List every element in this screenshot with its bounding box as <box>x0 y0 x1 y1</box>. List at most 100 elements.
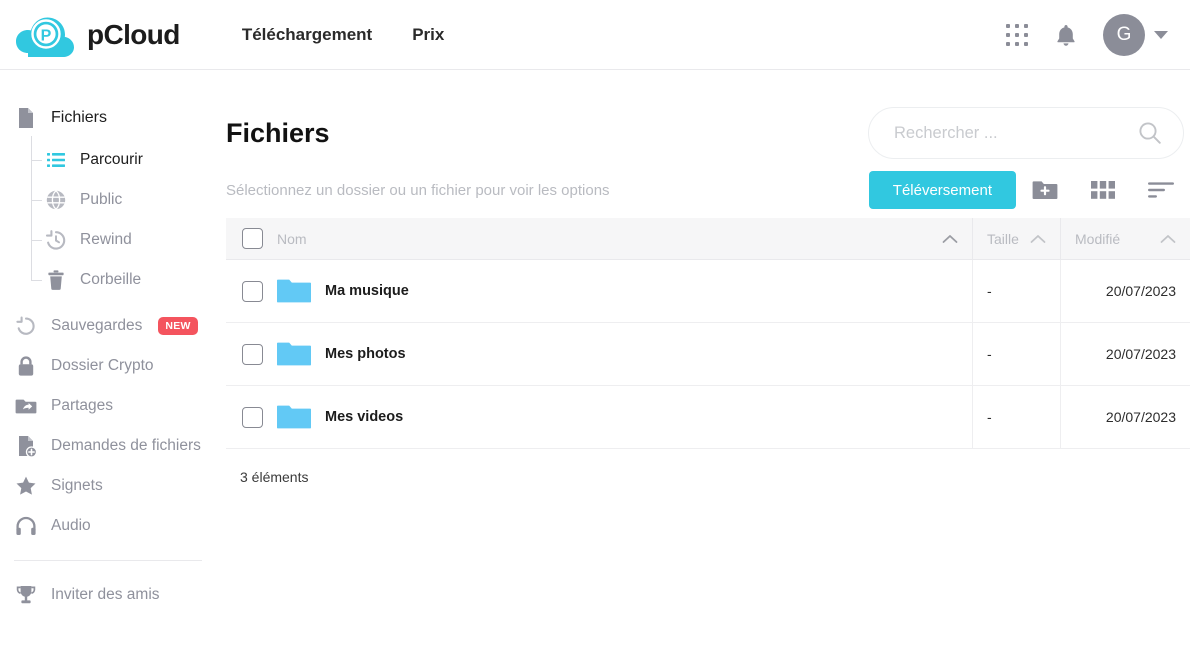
row-size-cell: - <box>972 260 1060 322</box>
sidebar-item-rewind[interactable]: Rewind <box>0 220 218 260</box>
search-icon[interactable] <box>1137 120 1163 146</box>
top-header: P pCloud Téléchargement Prix G <box>0 0 1190 70</box>
sort-icon <box>1148 182 1174 198</box>
column-label: Nom <box>277 230 307 247</box>
status-badge: NEW <box>158 317 198 335</box>
sidebar-item-parcourir[interactable]: Parcourir <box>0 140 218 180</box>
sidebar-item-fichiers[interactable]: Fichiers <box>0 98 218 138</box>
lock-icon <box>18 356 34 376</box>
search-input[interactable] <box>894 123 1137 143</box>
backup-restore-icon <box>16 316 35 335</box>
bell-icon[interactable] <box>1055 23 1077 47</box>
star-icon <box>16 476 36 495</box>
sidebar-item-label: Sauvegardes <box>51 317 143 334</box>
apps-grid-icon[interactable] <box>1005 23 1029 47</box>
chevron-up-icon[interactable] <box>1160 234 1176 244</box>
sidebar-item-label: Inviter des amis <box>51 586 160 603</box>
file-name: Mes photos <box>325 346 406 362</box>
select-all-checkbox[interactable] <box>242 228 263 249</box>
folder-icon <box>277 405 311 429</box>
table-row[interactable]: Mes photos - 20/07/2023 <box>226 323 1190 386</box>
sidebar-item-public[interactable]: Public <box>0 180 218 220</box>
sidebar-item-label: Rewind <box>80 231 132 248</box>
file-icon <box>19 108 33 128</box>
file-table: Nom Taille Modifié Ma musique - 20/07/20… <box>218 217 1190 485</box>
sidebar: Fichiers Parcourir Public Rewind Corbeil… <box>0 70 218 652</box>
page-body: Fichiers Parcourir Public Rewind Corbeil… <box>0 70 1190 652</box>
upload-button[interactable]: Téléversement <box>868 171 1016 209</box>
file-request-icon <box>19 436 38 458</box>
chevron-up-icon[interactable] <box>1030 234 1046 244</box>
chevron-up-icon[interactable] <box>942 234 958 244</box>
brand[interactable]: P pCloud <box>14 13 180 57</box>
column-nom[interactable]: Nom <box>226 228 972 249</box>
main-nav: Téléchargement Prix <box>242 25 445 45</box>
toolbar-actions: Téléversement <box>868 170 1190 210</box>
avatar: G <box>1103 13 1145 56</box>
row-modified-cell: 20/07/2023 <box>1060 323 1190 385</box>
sidebar-item-sauvegardes[interactable]: Sauvegardes NEW <box>0 306 218 346</box>
toolbar-hint: Sélectionnez un dossier ou un fichier po… <box>226 181 610 199</box>
sidebar-item-partages[interactable]: Partages <box>0 386 218 426</box>
page-title: Fichiers <box>226 117 330 148</box>
row-size-cell: - <box>972 386 1060 448</box>
main-header: Fichiers <box>218 70 1190 162</box>
sidebar-item-label: Fichiers <box>51 109 108 126</box>
sidebar-item-audio[interactable]: Audio <box>0 506 218 546</box>
shared-folder-icon <box>15 399 37 414</box>
sidebar-item-demandes-de-fichiers[interactable]: Demandes de fichiers <box>0 426 218 466</box>
sidebar-item-dossier-crypto[interactable]: Dossier Crypto <box>0 346 218 386</box>
new-folder-button[interactable] <box>1016 170 1074 210</box>
header-actions: G <box>1005 13 1168 56</box>
row-name-cell[interactable]: Ma musique <box>226 260 972 322</box>
pcloud-cloud-logo-icon: P <box>16 17 74 57</box>
globe-icon <box>46 189 66 211</box>
row-modified-cell: 20/07/2023 <box>1060 260 1190 322</box>
grid-view-icon <box>1091 181 1115 199</box>
column-label: Modifié <box>1075 230 1121 247</box>
row-name-cell[interactable]: Mes videos <box>226 386 972 448</box>
account-menu[interactable]: G <box>1103 13 1168 56</box>
sidebar-item-inviter-des-amis[interactable]: Inviter des amis <box>0 575 218 615</box>
row-name-cell[interactable]: Mes photos <box>226 323 972 385</box>
trophy-icon <box>16 586 36 604</box>
main-content: Fichiers Sélectionnez un dossier ou un f… <box>218 70 1190 652</box>
brand-name: pCloud <box>87 18 180 50</box>
sort-button[interactable] <box>1132 170 1190 210</box>
sidebar-item-label: Partages <box>51 397 114 414</box>
chevron-down-icon[interactable] <box>1154 30 1168 39</box>
sidebar-item-label: Parcourir <box>80 151 143 168</box>
search-box[interactable] <box>868 107 1184 159</box>
sidebar-item-label: Signets <box>51 477 103 494</box>
sidebar-item-label: Dossier Crypto <box>51 357 154 374</box>
grid-view-button[interactable] <box>1074 170 1132 210</box>
sidebar-item-label: Public <box>80 191 123 208</box>
toolbar: Sélectionnez un dossier ou un fichier po… <box>218 162 1190 218</box>
table-row[interactable]: Ma musique - 20/07/2023 <box>226 260 1190 323</box>
column-modifie[interactable]: Modifié <box>1060 217 1190 260</box>
trash-icon <box>48 270 64 290</box>
nav-telechargement[interactable]: Téléchargement <box>242 25 372 45</box>
sidebar-divider <box>14 560 202 561</box>
sidebar-item-corbeille[interactable]: Corbeille <box>0 260 218 300</box>
column-taille[interactable]: Taille <box>972 217 1060 260</box>
sidebar-subtree: Parcourir Public Rewind Corbeille <box>0 136 218 300</box>
headphones-icon <box>16 516 36 535</box>
row-size-cell: - <box>972 323 1060 385</box>
row-checkbox[interactable] <box>242 343 263 365</box>
sidebar-item-label: Demandes de fichiers <box>51 437 201 454</box>
new-folder-icon <box>1032 181 1058 199</box>
row-checkbox[interactable] <box>242 406 263 428</box>
folder-icon <box>277 342 311 366</box>
item-count: 3 éléments <box>240 469 309 485</box>
table-row[interactable]: Mes videos - 20/07/2023 <box>226 386 1190 449</box>
list-icon <box>47 153 65 167</box>
row-modified-cell: 20/07/2023 <box>1060 386 1190 448</box>
file-name: Mes videos <box>325 409 404 425</box>
sidebar-item-signets[interactable]: Signets <box>0 466 218 506</box>
nav-prix[interactable]: Prix <box>412 25 444 45</box>
column-label: Taille <box>987 230 1019 247</box>
svg-text:P: P <box>41 27 52 44</box>
row-checkbox[interactable] <box>242 280 263 302</box>
sidebar-item-label: Audio <box>51 517 91 534</box>
